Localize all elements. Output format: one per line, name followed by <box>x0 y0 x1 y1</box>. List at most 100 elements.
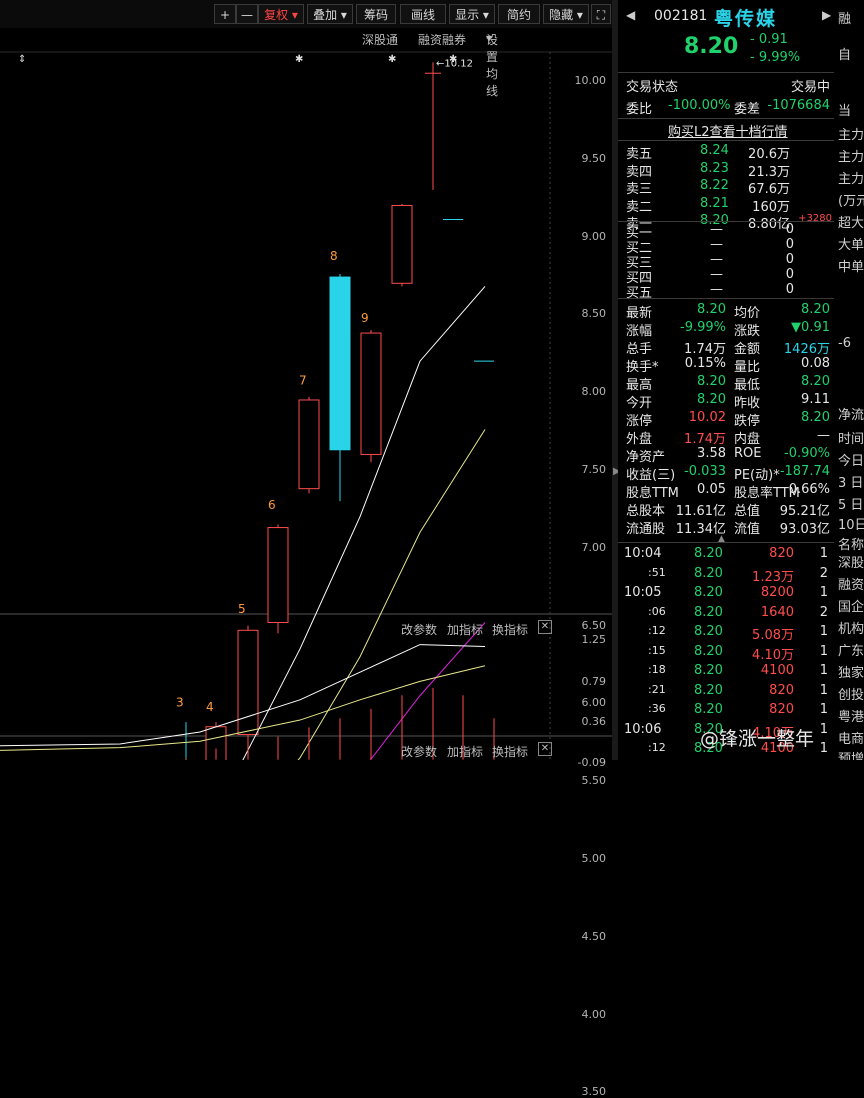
trade-price: 8.20 <box>694 565 723 581</box>
quote-value: ▼0.91 <box>791 320 830 335</box>
trade-count: 1 <box>819 546 828 561</box>
restore-rights-button[interactable]: 复权 ▾ <box>258 4 304 24</box>
edge-text: 机构 <box>838 622 864 637</box>
quote-value: 8.20 <box>801 410 830 425</box>
price-axis-label: 5.50 <box>581 774 607 788</box>
quote-value: -187.74 <box>779 464 830 479</box>
quote-row: 股息TTM 0.05 股息率TTM 0.66% <box>618 482 834 501</box>
ask-volume: 160万 <box>752 199 790 215</box>
ask-label: 卖五 <box>626 147 653 162</box>
close-bottom-icon[interactable]: ✕ <box>538 742 552 756</box>
quote-row: 涨停 10.02 跌停 8.20 <box>618 410 834 429</box>
bid-volume: 0 <box>785 267 794 282</box>
wc-value: -1076684 <box>767 98 830 113</box>
chips-button[interactable]: 筹码 <box>356 4 396 24</box>
edge-text: 今日 <box>838 454 864 469</box>
l2-link[interactable]: 购买L2查看十档行情 <box>668 121 788 140</box>
ask-row: 卖三 8.22 67.6万 <box>618 178 834 197</box>
edge-text: 电商 <box>838 732 864 747</box>
price-axis-label: 4.00 <box>581 1007 607 1021</box>
bottom-switch-link[interactable]: 换指标 <box>492 743 528 760</box>
quote-row: 最高 8.20 最低 8.20 <box>618 374 834 393</box>
price-axis-label: 9.50 <box>581 151 607 165</box>
zoom-in-button[interactable]: + <box>214 4 236 24</box>
display-button[interactable]: 显示 ▾ <box>449 4 495 24</box>
bottom-params-link[interactable]: 改参数 <box>401 743 437 760</box>
hide-button[interactable]: 隐藏 ▾ <box>543 4 589 24</box>
trade-time: :51 <box>648 565 666 579</box>
edge-text: 3 日 <box>838 476 864 491</box>
stock-name: 粤传媒 <box>714 8 778 30</box>
price-axis-label: 5.00 <box>581 852 607 865</box>
draw-line-button[interactable]: 画线 <box>400 4 446 24</box>
divider <box>618 118 834 119</box>
quote-value: -0.90% <box>784 446 830 461</box>
quote-label: 最高 <box>626 378 653 393</box>
quote-value: 8.20 <box>697 374 726 389</box>
bid-price: — <box>710 252 723 267</box>
overlay-button[interactable]: 叠加 ▾ <box>307 4 353 24</box>
edge-text: 广东 <box>838 644 864 659</box>
ma-setting-label: 设置均线 <box>486 33 499 98</box>
trade-count: 1 <box>819 702 828 717</box>
hide-label: 隐藏 <box>549 8 574 22</box>
quote-row: 总手 1.74万 金额 1426万 <box>618 338 834 357</box>
margin-link[interactable]: 融资融券 <box>418 31 466 48</box>
trade-volume: 820 <box>769 682 794 698</box>
ma-setting-link[interactable]: 设置均线 ▾ <box>486 31 498 98</box>
quote-value: 8.20 <box>697 302 726 317</box>
edge-text: 独家 <box>838 666 864 681</box>
price-axis-label: 7.50 <box>581 463 607 476</box>
quote-label: 外盘 <box>626 432 653 447</box>
trade-price: 8.20 <box>694 546 723 561</box>
trade-time: :12 <box>648 624 666 637</box>
trade-count: 1 <box>819 663 828 678</box>
candle-body <box>360 332 382 455</box>
trade-row: :51 8.20 1.23万 2 <box>618 565 834 585</box>
indicator-switch-link[interactable]: 换指标 <box>492 621 528 638</box>
zoom-out-button[interactable]: — <box>236 4 258 24</box>
quote-row: 流通股 11.34亿 流值 93.03亿 <box>618 518 834 537</box>
candle-body <box>298 399 320 490</box>
edge-text: 名称 <box>838 538 864 553</box>
status-label: 交易状态 <box>626 80 679 95</box>
quote-label: 均价 <box>734 306 761 321</box>
quote-label: 内盘 <box>734 432 761 447</box>
next-stock-icon[interactable]: ▶ <box>822 8 831 22</box>
trade-time: :36 <box>648 702 666 715</box>
quote-label: 量比 <box>734 360 761 375</box>
trade-volume: 4.10万 <box>752 647 794 663</box>
quote-value: 0.66% <box>788 482 830 497</box>
prev-stock-icon[interactable]: ◀ <box>626 8 635 22</box>
simple-mode-button[interactable]: 简约 <box>498 4 540 24</box>
quote-label: 涨幅 <box>626 324 653 339</box>
close-indicator-icon[interactable]: ✕ <box>538 620 552 634</box>
expand-icon[interactable]: ⛶ <box>591 4 611 24</box>
price-axis-label: 6.50 <box>581 618 607 632</box>
quote-value: 93.03亿 <box>779 522 830 537</box>
ask-price: 8.24 <box>700 143 729 158</box>
trade-time: :15 <box>648 643 666 657</box>
ask-row: 卖四 8.23 21.3万 <box>618 161 834 180</box>
bottom-add-link[interactable]: 加指标 <box>447 743 483 760</box>
quote-value: 8.20 <box>801 302 830 317</box>
edge-text: (万元 <box>838 194 864 209</box>
edge-text: 净流 <box>838 408 864 423</box>
trade-row: :36 8.20 820 1 <box>618 702 834 720</box>
trade-time: :18 <box>648 663 666 676</box>
indicator-params-link[interactable]: 改参数 <box>401 621 437 638</box>
sgt-link[interactable]: 深股通 <box>362 31 398 48</box>
trade-row: 10:05 8.20 8200 1 <box>618 585 834 603</box>
trade-count: 1 <box>819 643 828 659</box>
indicator-add-link[interactable]: 加指标 <box>447 621 483 638</box>
quote-value: 3.58 <box>697 446 726 461</box>
trade-row: :15 8.20 4.10万 1 <box>618 643 834 663</box>
edge-text: 主力 <box>838 172 864 187</box>
edge-text: 10日 <box>838 518 864 533</box>
trade-row: :21 8.20 820 1 <box>618 683 834 701</box>
wc-label: 委差 <box>734 102 761 117</box>
quote-value: 10.02 <box>688 410 726 425</box>
trade-count: 1 <box>819 682 828 698</box>
kline-chart-area[interactable]: ←10.12123456789⇕✱✱✱ 深股通 融资融券 设置均线 ▾ 10.0… <box>0 28 612 1098</box>
price-axis-label: 10.00 <box>574 74 607 87</box>
